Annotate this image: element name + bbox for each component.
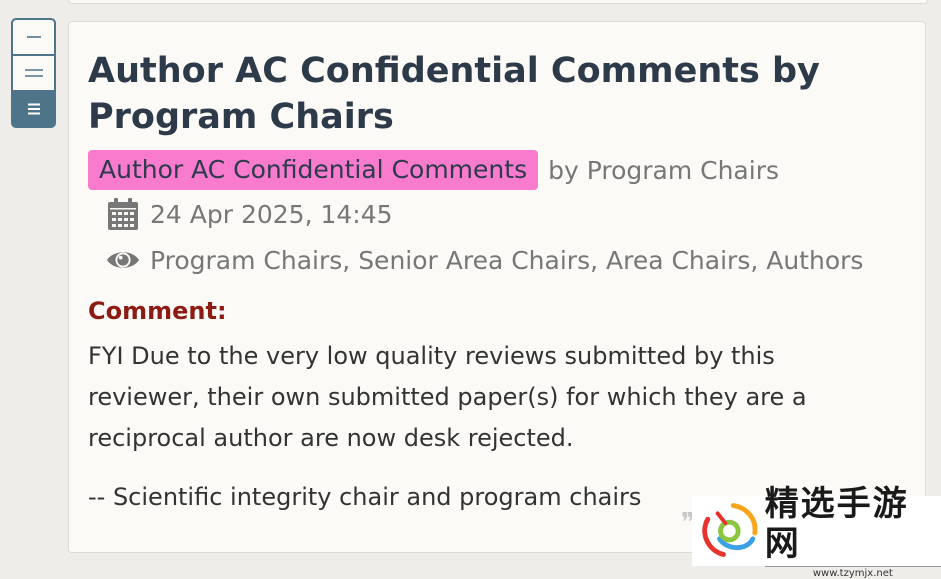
- full-expand-button[interactable]: [11, 90, 56, 128]
- minus-icon: [26, 36, 41, 38]
- watermark-title: 精选手游网: [764, 483, 909, 564]
- note-date-row: 24 Apr 2025, 14:45: [106, 197, 393, 231]
- watermark: 精选手游网 www.tzymjx.net: [692, 484, 941, 579]
- hamburger-icon: [27, 103, 40, 115]
- previous-note-edge: [68, 0, 928, 4]
- calendar-icon: [106, 197, 140, 231]
- note-title: Author AC Confidential Comments by Progr…: [88, 51, 820, 137]
- comment-field-label: Comment:: [88, 297, 227, 325]
- watermark-url: www.tzymjx.net: [764, 565, 941, 579]
- note-card: Author AC Confidential Comments by Progr…: [68, 21, 926, 553]
- invitation-row: Author AC Confidential Comments by Progr…: [88, 150, 779, 190]
- double-line-icon: [24, 69, 43, 77]
- watermark-logo: [702, 503, 758, 557]
- watermark-text: 精选手游网 www.tzymjx.net: [764, 483, 941, 579]
- comment-signoff: -- Scientific integrity chair and progra…: [88, 483, 642, 511]
- note-readers: Program Chairs, Senior Area Chairs, Area…: [150, 245, 864, 275]
- note-signatures: by Program Chairs: [548, 155, 780, 185]
- invitation-badge[interactable]: Author AC Confidential Comments: [88, 150, 539, 190]
- note-readers-row: Program Chairs, Senior Area Chairs, Area…: [106, 243, 863, 277]
- note-view-controls: [11, 18, 56, 128]
- collapse-button[interactable]: [11, 18, 56, 56]
- comment-text: FYI Due to the very low quality reviews …: [88, 342, 807, 452]
- eye-icon: [106, 243, 140, 277]
- note-date: 24 Apr 2025, 14:45: [150, 199, 393, 229]
- partial-expand-button[interactable]: [11, 54, 56, 92]
